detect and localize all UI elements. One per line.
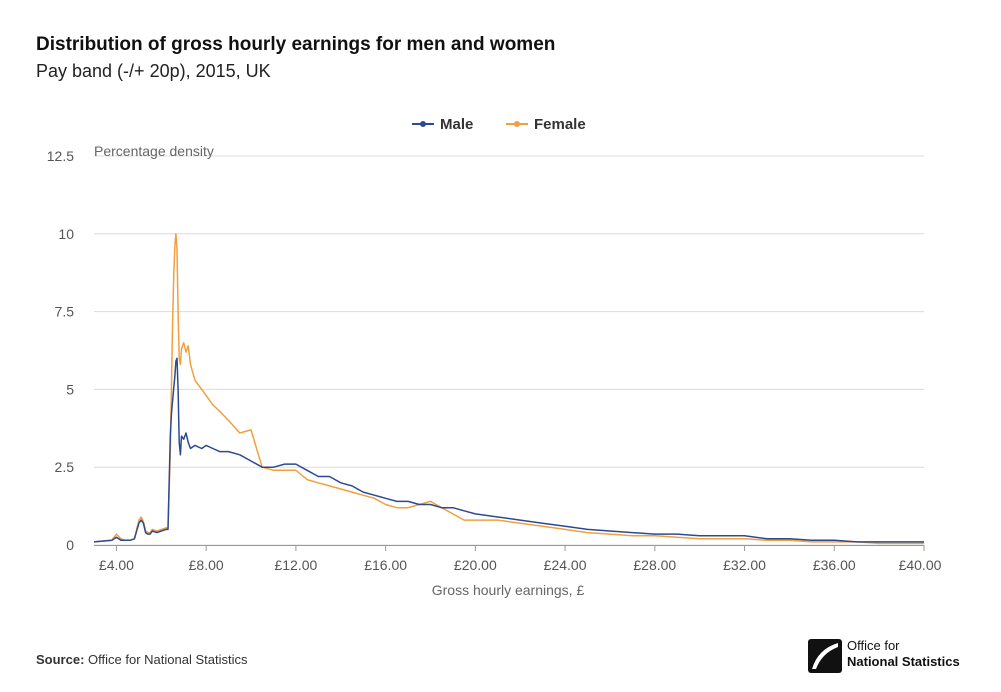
x-tick-label: £12.00 <box>274 557 317 573</box>
legend[interactable]: Male Female <box>412 116 586 133</box>
x-tick-label: £16.00 <box>364 557 407 573</box>
x-tick-label: £32.00 <box>723 557 766 573</box>
series-group <box>93 233 924 545</box>
logo-line1: Office for <box>847 638 900 653</box>
legend-swatch-marker <box>420 121 426 127</box>
line-chart: 0 2.5 5 7.5 10 12.5 £4.00 £8.00 £12.00 £16.00 £20… <box>47 116 942 598</box>
x-axis-ticks: £4.00 £8.00 £12.00 £16.00 £20.00 £24.00 £28.00… <box>99 545 942 573</box>
source-label: Source: <box>36 652 85 667</box>
y-tick-label: 5 <box>66 381 74 397</box>
y-tick-label: 7.5 <box>55 304 75 320</box>
legend-label: Female <box>534 116 586 133</box>
legend-swatch-marker <box>514 121 520 127</box>
y-tick-label: 0 <box>66 537 74 553</box>
x-axis-label: Gross hourly earnings, £ <box>432 582 585 598</box>
legend-item-female[interactable]: Female <box>506 116 586 133</box>
source-text: Office for National Statistics <box>88 652 248 667</box>
x-tick-label: £36.00 <box>813 557 856 573</box>
y-tick-label: 10 <box>58 226 74 242</box>
y-axis-label: Percentage density <box>94 143 214 159</box>
y-axis-ticks: 0 2.5 5 7.5 10 12.5 <box>47 148 74 553</box>
x-tick-label: £8.00 <box>189 557 224 573</box>
legend-label: Male <box>440 116 473 133</box>
series-line-female <box>93 233 924 545</box>
series-line-male <box>93 357 924 543</box>
logo-line2: National Statistics <box>847 654 960 669</box>
x-tick-label: £28.00 <box>633 557 676 573</box>
x-tick-label: £24.00 <box>544 557 587 573</box>
gridlines <box>94 155 924 546</box>
y-tick-label: 12.5 <box>47 148 74 164</box>
legend-item-male[interactable]: Male <box>412 116 473 133</box>
x-tick-label: £4.00 <box>99 557 134 573</box>
source-note: Source: Office for National Statistics <box>36 652 247 667</box>
y-tick-label: 2.5 <box>55 459 75 475</box>
ons-logo: Office for National Statistics <box>808 638 978 674</box>
x-tick-label: £40.00 <box>899 557 942 573</box>
ons-logo-icon <box>808 639 842 673</box>
x-tick-label: £20.00 <box>454 557 497 573</box>
